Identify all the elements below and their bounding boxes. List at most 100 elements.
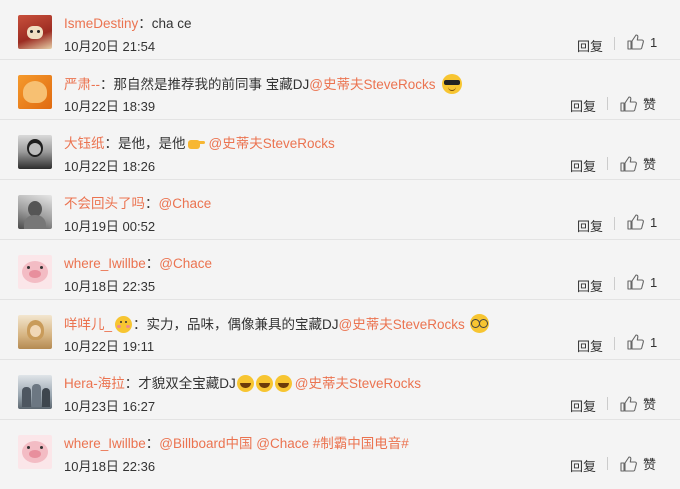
comment-item: where_Iwillbe：@Chace 10月18日 22:35 回复 1: [0, 240, 680, 300]
like-count: 1: [650, 34, 658, 50]
reply-button[interactable]: 回复: [577, 276, 603, 295]
like-label: 赞: [643, 457, 657, 472]
like-count: 1: [650, 214, 658, 230]
grin-emoji: [274, 375, 292, 392]
mention-link[interactable]: @Chace: [159, 256, 212, 271]
like-button[interactable]: 1: [627, 214, 657, 230]
username-link[interactable]: where_Iwillbe: [64, 436, 146, 451]
action-divider: [607, 397, 608, 410]
thumbs-up-icon: [627, 334, 644, 350]
comment-list: IsmeDestiny：cha ce 10月20日 21:54 回复 1 严肃-…: [0, 0, 680, 489]
thumbs-up-icon: [620, 395, 637, 412]
timestamp: 10月19日 00:52: [64, 219, 156, 234]
reply-button[interactable]: 回复: [577, 216, 603, 235]
username-link[interactable]: 不会回头了吗: [64, 196, 145, 211]
comment-item: 咩咩儿_ ：实力，品味，偶像兼具的宝藏DJ@史蒂夫SteveRocks 10月2…: [0, 300, 680, 360]
colon-separator: ：: [145, 256, 160, 271]
mention-link[interactable]: @史蒂夫SteveRocks: [309, 77, 435, 92]
blush-emoji: [115, 316, 133, 333]
thumbs-up-icon: [620, 455, 637, 472]
timestamp: 10月20日 21:54: [64, 39, 156, 54]
colon-separator: ：: [104, 136, 119, 151]
action-divider: [614, 217, 615, 230]
comment-item: 大钰纸：是他，是他 @史蒂夫SteveRocks 10月22日 18:26 回复…: [0, 120, 680, 180]
comment-text: cha ce: [151, 16, 192, 31]
like-button[interactable]: 赞: [620, 154, 656, 173]
reply-button[interactable]: 回复: [577, 36, 603, 55]
grey-portrait-avatar[interactable]: [18, 195, 52, 229]
like-button[interactable]: 赞: [620, 454, 656, 473]
like-button[interactable]: 1: [627, 334, 657, 350]
comment-line: 严肃--：那自然是推荐我的前同事 宝藏DJ@史蒂夫SteveRocks: [64, 74, 570, 95]
pig-avatar[interactable]: [18, 255, 52, 289]
comment-line: Hera-海拉：才貌双全宝藏DJ @史蒂夫SteveRocks: [64, 374, 570, 394]
reply-button[interactable]: 回复: [570, 456, 596, 475]
comment-line: where_Iwillbe：@Chace: [64, 254, 570, 274]
blonde-portrait-avatar[interactable]: [18, 315, 52, 349]
colon-separator: ：: [133, 317, 147, 332]
mention-link[interactable]: @史蒂夫SteveRocks: [209, 136, 335, 151]
mention-link[interactable]: @史蒂夫SteveRocks: [339, 317, 465, 332]
username-link[interactable]: Hera-海拉: [64, 376, 125, 391]
thumbs-up-icon: [627, 214, 644, 230]
action-divider: [614, 337, 615, 350]
group-photo-avatar[interactable]: [18, 375, 52, 409]
red-panda-avatar[interactable]: [18, 15, 52, 49]
mention-link[interactable]: @Chace: [159, 196, 212, 211]
grin-emoji: [255, 375, 273, 392]
action-divider: [607, 457, 608, 470]
mention-link[interactable]: @Billboard中国 @Chace #制霸中国电音#: [159, 436, 408, 451]
timestamp: 10月23日 16:27: [64, 399, 156, 414]
pointing-hand-emoji: [187, 135, 205, 152]
timestamp: 10月18日 22:35: [64, 279, 156, 294]
sunglasses-emoji: [442, 74, 463, 94]
action-divider: [607, 97, 608, 110]
timestamp: 10月22日 19:11: [64, 339, 155, 354]
reply-button[interactable]: 回复: [570, 396, 596, 415]
username-link[interactable]: 严肃--: [64, 77, 100, 92]
reply-button[interactable]: 回复: [570, 96, 596, 115]
username-link[interactable]: 咩咩儿_: [64, 317, 112, 332]
reply-button[interactable]: 回复: [570, 156, 596, 175]
comment-item: 严肃--：那自然是推荐我的前同事 宝藏DJ@史蒂夫SteveRocks 10月2…: [0, 60, 680, 120]
like-label: 赞: [643, 97, 657, 112]
colon-separator: ：: [138, 16, 152, 31]
colon-separator: ：: [100, 77, 114, 92]
colon-separator: ：: [145, 436, 160, 451]
dark-portrait-avatar[interactable]: [18, 135, 52, 169]
like-button[interactable]: 1: [627, 274, 657, 290]
like-button[interactable]: 赞: [620, 394, 656, 413]
action-divider: [607, 157, 608, 170]
comment-line: 不会回头了吗：@Chace: [64, 194, 570, 214]
cartoon-avatar[interactable]: [18, 75, 52, 109]
comment-item: where_Iwillbe：@Billboard中国 @Chace #制霸中国电…: [0, 420, 680, 480]
thumbs-up-icon: [620, 95, 637, 112]
colon-separator: ：: [145, 196, 159, 211]
like-count: 1: [650, 334, 658, 350]
comment-item: 不会回头了吗：@Chace 10月19日 00:52 回复 1: [0, 180, 680, 240]
username-link[interactable]: where_Iwillbe: [64, 256, 146, 271]
thumbs-up-icon: [620, 155, 637, 172]
nerd-glasses-emoji: [469, 314, 489, 333]
timestamp: 10月22日 18:26: [64, 159, 156, 174]
comment-item: IsmeDestiny：cha ce 10月20日 21:54 回复 1: [0, 0, 680, 60]
like-button[interactable]: 1: [627, 34, 657, 50]
pig-avatar[interactable]: [18, 435, 52, 469]
comment-line: where_Iwillbe：@Billboard中国 @Chace #制霸中国电…: [64, 434, 570, 454]
username-link[interactable]: IsmeDestiny: [64, 16, 138, 31]
like-button[interactable]: 赞: [620, 94, 656, 113]
colon-separator: ：: [124, 376, 139, 391]
reply-button[interactable]: 回复: [577, 336, 603, 355]
comment-line: 咩咩儿_ ：实力，品味，偶像兼具的宝藏DJ@史蒂夫SteveRocks: [64, 314, 570, 335]
comment-line: 大钰纸：是他，是他 @史蒂夫SteveRocks: [64, 134, 570, 154]
comment-text: 那自然是推荐我的前同事 宝藏DJ: [113, 77, 310, 92]
grin-emoji: [236, 375, 254, 392]
username-link[interactable]: 大钰纸: [64, 136, 105, 151]
thumbs-up-icon: [627, 34, 644, 50]
comment-text: 实力，品味，偶像兼具的宝藏DJ: [146, 317, 339, 332]
action-divider: [614, 37, 615, 50]
comment-text: 才貌双全宝藏DJ: [138, 376, 236, 391]
timestamp: 10月22日 18:39: [64, 99, 156, 114]
comment-item: Hera-海拉：才貌双全宝藏DJ @史蒂夫SteveRocks 10月23日 1…: [0, 360, 680, 420]
mention-link[interactable]: @史蒂夫SteveRocks: [295, 376, 421, 391]
